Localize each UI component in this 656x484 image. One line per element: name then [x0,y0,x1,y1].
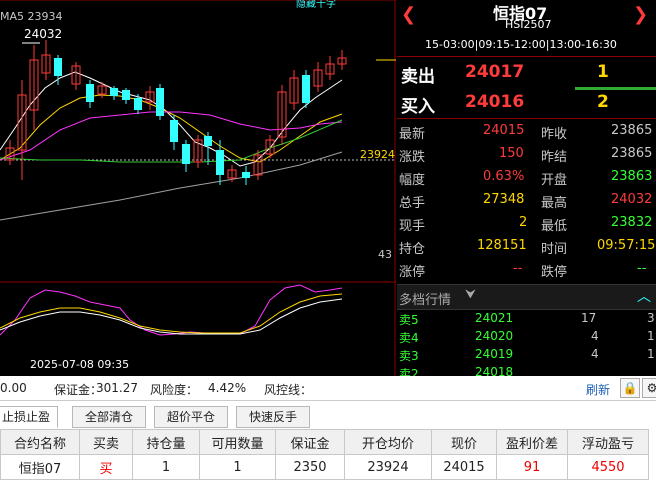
change-percent: 0.63% [483,169,525,184]
next-contract-icon[interactable]: ❯ [633,4,648,25]
direction-cell: 买 [79,454,133,480]
current-volume: 2 [519,215,528,230]
open-avg-cell: 23924 [344,454,432,480]
depth-row[interactable]: 卖5 24021 17 3 [397,310,656,328]
collapse-icon[interactable]: ︿ [637,286,651,306]
chart-settings-icon[interactable]: ⚙ [642,378,656,398]
last-price: 24015 [483,123,525,138]
current-price-cell: 24015 [431,454,497,480]
stat-row: 总手 27348 最高 24032 [399,192,653,211]
balance-fragment: 0.00 [0,381,27,395]
contract-name-cell: 恒指07 [0,454,80,480]
high-price-label: 24032 [24,27,63,41]
stat-row: 持仓 128151 时间 09:57:15 [399,238,656,257]
bid-label: 买入 [401,97,435,117]
stat-row: 现手 2 最低 23832 [399,215,653,234]
hide-crosshair-tab[interactable]: 隐藏十字 [296,0,336,10]
depth-row[interactable]: 卖3 24019 4 1 [397,346,656,364]
table-header-row: 合约名称 买卖 持仓量 可用数量 保证金 开仓均价 现价 盈利价差 浮动盈亏 [0,429,649,455]
ask-price: 24017 [465,62,525,82]
prev-contract-icon[interactable]: ❮ [401,4,416,25]
fast-reverse-button[interactable]: 快速反手 [236,406,310,428]
stat-row: 幅度 0.63% 开盘 23863 [399,169,653,188]
volume-scale-label: 43 [378,248,392,261]
trade-panel: 0.00 保证金： 301.27 风险度： 4.42% 风控线： 刷新 🔒 ⚙ … [0,376,656,484]
lock-icon[interactable]: 🔒 [620,378,640,398]
stop-loss-tab[interactable]: 止损止盈 [0,406,58,428]
depth-header[interactable]: 多档行情 ⮟ ︿ [397,284,656,310]
quote-header: ❮ ❯ 恒指07 HSI2507 15-03:00|09:15-12:00|13… [397,0,656,56]
super-close-button[interactable]: 超价平仓 [154,406,228,428]
close-all-button[interactable]: 全部清仓 [72,406,146,428]
kline-svg [0,0,396,376]
ask-volume: 1 [597,62,609,82]
quote-panel: ❮ ❯ 恒指07 HSI2507 15-03:00|09:15-12:00|13… [397,0,656,376]
open-interest: 128151 [477,238,527,253]
depth-row[interactable]: 卖2 24018 [397,364,656,376]
ma-label: MA5 23934 [0,10,63,23]
account-bar: 0.00 保证金： 301.27 风险度： 4.42% 风控线： 刷新 🔒 ⚙ [0,376,656,400]
riskctl-label: 风控线： [264,383,313,397]
ask-row[interactable]: 卖出 24017 1 [397,60,656,87]
available-qty-cell: 1 [199,454,276,480]
kline-chart[interactable]: MA5 23934 24032 隐藏十字 23924 43 2025-07-08… [0,0,396,376]
expand-icon[interactable]: ⮟ [465,287,476,302]
margin-cell: 2350 [275,454,345,480]
bid-row[interactable]: 买入 24016 2 [397,90,656,117]
risk-label: 风险度： [150,383,199,397]
indicator-line-3 [0,298,343,335]
floating-pnl-cell: 4550 [567,454,649,480]
limit-up: -- [513,261,523,276]
total-volume: 27348 [483,192,525,207]
depth-row[interactable]: 卖4 24020 4 1 [397,328,656,346]
table-row[interactable]: 恒指07 买 1 1 2350 23924 24015 91 4550 [0,454,649,480]
change-value: 150 [499,146,524,161]
ask-label: 卖出 [401,67,435,87]
margin-value: 301.27 [96,381,138,395]
trading-sessions: 15-03:00|09:15-12:00|13:00-16:30 [425,38,617,51]
depth-title: 多档行情 [399,293,452,308]
stat-row: 最新 24015 昨收 23865 [399,123,653,142]
cursor-timestamp: 2025-07-08 09:35 [30,358,130,371]
contract-code: HSI2507 [505,18,552,31]
position-qty-cell: 1 [132,454,200,480]
bid-price: 24016 [465,92,525,112]
profit-diff-cell: 91 [496,454,568,480]
stat-row: 涨停 -- 跌停 -- [399,261,647,280]
ma5-line [0,71,343,167]
bid-volume: 2 [597,92,609,112]
margin-label: 保证金： [54,383,103,397]
ref-price-label: 23924 [360,148,395,161]
stat-row: 涨跌 150 昨结 23865 [399,146,653,165]
positions-table: 合约名称 买卖 持仓量 可用数量 保证金 开仓均价 现价 盈利价差 浮动盈亏 恒… [0,429,649,480]
risk-value: 4.42% [208,381,247,395]
refresh-button[interactable]: 刷新 [586,381,610,398]
